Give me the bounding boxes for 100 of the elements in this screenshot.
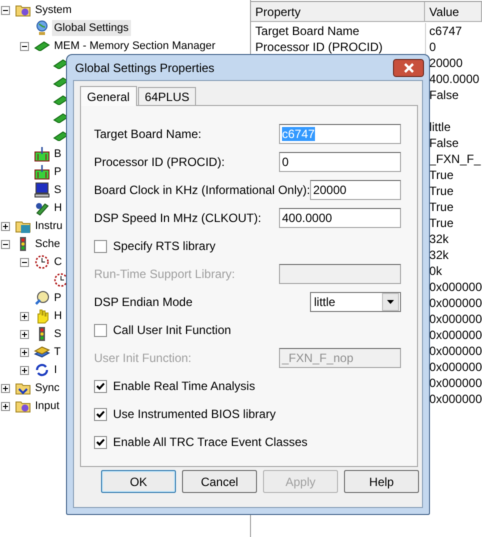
field-label: DSP Speed In MHz (CLKOUT): (94, 211, 262, 225)
chip-icon (53, 113, 69, 123)
property-value: 400.0000 (429, 72, 480, 86)
input-field[interactable]: 20000 (310, 180, 401, 200)
expander-toggle[interactable] (20, 258, 29, 266)
check-icon (96, 382, 105, 390)
tree-item[interactable]: Sync (33, 380, 62, 396)
books-icon (34, 344, 50, 360)
clock-icon (34, 254, 50, 270)
caret-icon (387, 300, 394, 304)
close-button[interactable] (393, 58, 424, 76)
checkbox-label[interactable]: Use Instrumented BIOS library (113, 407, 276, 421)
tree-item[interactable]: MEM - Memory Section Manager (52, 38, 218, 54)
tree-item[interactable]: System (33, 2, 74, 18)
property-value: 32k (429, 248, 449, 262)
expander-toggle[interactable] (20, 348, 29, 356)
property-value: 0 (429, 40, 436, 54)
checkbox[interactable] (94, 436, 107, 448)
tree-item[interactable]: Input (33, 398, 62, 414)
field-label: DSP Endian Mode (94, 295, 194, 309)
property-name: Processor ID (PROCID) (255, 40, 383, 54)
field-label: Target Board Name: (94, 127, 202, 141)
property-value: _FXN_F_ (429, 152, 481, 166)
expander-toggle[interactable] (1, 402, 10, 410)
chart-icon (34, 164, 50, 180)
field-label: Processor ID (PROCID): (94, 155, 226, 169)
chip-icon (53, 131, 69, 141)
field-label: User Init Function: (94, 351, 192, 365)
expander-toggle[interactable] (20, 366, 29, 374)
property-value: True (429, 168, 454, 182)
dialog-button[interactable]: Help (344, 470, 419, 493)
tree-item[interactable]: P (52, 290, 64, 306)
checkbox[interactable] (94, 408, 107, 420)
property-value: 0x000000 (429, 360, 482, 374)
property-value: 0x000000 (429, 392, 482, 406)
clock-icon (53, 272, 69, 288)
checkbox-label[interactable]: Enable Real Time Analysis (113, 379, 256, 393)
property-value: True (429, 200, 454, 214)
tree-item[interactable]: B (52, 146, 64, 162)
property-value: True (429, 184, 454, 198)
property-value: 0x000000 (429, 344, 482, 358)
chip-icon (53, 59, 69, 69)
tree-item[interactable]: T (52, 344, 63, 360)
tree-item[interactable]: C (52, 254, 64, 270)
tab[interactable]: 64PLUS (138, 87, 196, 105)
checkbox-label[interactable]: Enable All TRC Trace Event Classes (113, 435, 308, 449)
property-value: 20000 (429, 56, 463, 70)
field-label: Board Clock in KHz (Informational Only): (94, 183, 310, 197)
tree-item[interactable]: S (52, 326, 64, 342)
chip-icon (53, 77, 69, 87)
cycle-icon (34, 362, 50, 378)
dialog-button[interactable]: OK (101, 470, 176, 493)
property-value: 0x000000 (429, 376, 482, 390)
property-value: False (429, 136, 459, 150)
checkbox-label[interactable]: Specify RTS library (113, 239, 216, 253)
property-value: False (429, 88, 459, 102)
column-header[interactable]: Property (251, 2, 426, 22)
check-icon (96, 438, 105, 446)
expander-toggle[interactable] (1, 222, 10, 230)
tab[interactable]: General (80, 86, 137, 106)
property-value: c6747 (429, 24, 462, 38)
property-value: 0x000000 (429, 312, 482, 326)
chip-icon (34, 41, 50, 51)
dropdown[interactable]: little (310, 292, 401, 312)
checkbox[interactable] (94, 240, 107, 252)
property-value: 0x000000 (429, 296, 482, 310)
property-value: little (429, 120, 451, 134)
expander-toggle[interactable] (1, 6, 10, 14)
tree-item[interactable]: Instru (33, 218, 65, 234)
chart-icon (34, 146, 50, 162)
property-name: Target Board Name (255, 24, 360, 38)
tree-item[interactable]: P (52, 164, 64, 180)
tree-item[interactable]: H (52, 200, 64, 216)
tree-item[interactable]: I (52, 362, 60, 378)
dialog-button[interactable]: Cancel (182, 470, 257, 493)
check-icon (96, 410, 105, 418)
expander-toggle[interactable] (20, 312, 29, 320)
checkbox[interactable] (94, 324, 107, 336)
close-icon (402, 62, 414, 72)
field-label: Run-Time Support Library: (94, 267, 236, 281)
column-header[interactable]: Value (425, 2, 482, 22)
tree-item[interactable]: H (52, 308, 64, 324)
input-field[interactable]: 0 (279, 152, 401, 172)
property-value: 0k (429, 264, 442, 278)
property-value: 0x000000 (429, 328, 482, 342)
input-field[interactable]: 400.0000 (279, 208, 401, 228)
expander-toggle[interactable] (1, 384, 10, 392)
expander-toggle[interactable] (20, 42, 29, 50)
expander-toggle[interactable] (20, 330, 29, 338)
window-title: Global Settings Properties (74, 60, 214, 74)
input-field[interactable] (279, 264, 401, 284)
property-value: True (429, 216, 454, 230)
property-value: 32k (429, 232, 449, 246)
chip-icon (53, 95, 69, 105)
checkbox-label[interactable]: Call User Init Function (113, 323, 232, 337)
tree-item[interactable]: S (52, 182, 64, 198)
checkbox[interactable] (94, 380, 107, 392)
tree-item[interactable]: Global Settings (52, 20, 131, 36)
tree-item[interactable]: Sche (33, 236, 62, 252)
expander-toggle[interactable] (1, 240, 10, 248)
